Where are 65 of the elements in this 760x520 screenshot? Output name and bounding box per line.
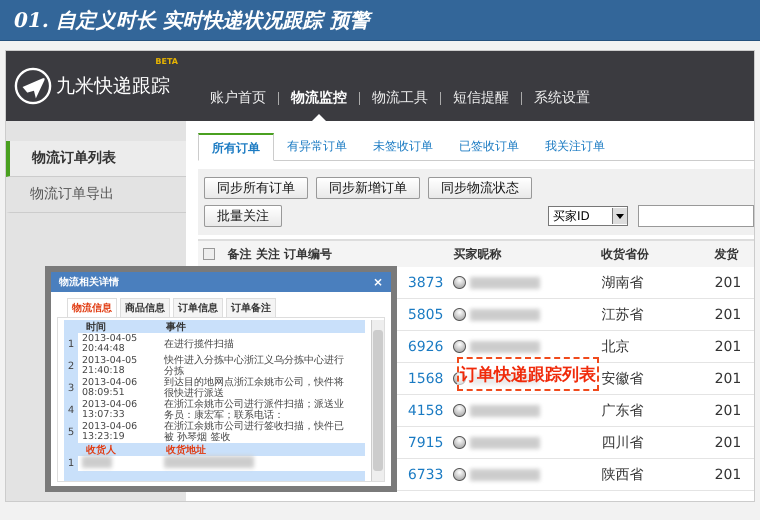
filter-dropdown[interactable]: 买家ID	[548, 206, 628, 226]
dialog-tab[interactable]: 订单信息	[173, 298, 223, 317]
close-button[interactable]: ×	[372, 275, 383, 289]
dialog-tab[interactable]: 订单备注	[226, 298, 276, 317]
order-number-link[interactable]: 5805	[408, 306, 444, 322]
column-header: 备注 关注 订单编号	[226, 246, 334, 262]
column-header: 收货省份	[601, 246, 650, 262]
time-cell-text: 2013-04-06 08:09:51	[81, 378, 138, 398]
column-header: 买家昵称	[453, 246, 502, 262]
table-cell: 201	[714, 338, 742, 354]
order-number-link[interactable]: 3873	[408, 274, 444, 290]
time-cell-text: 2013-04-05 20:44:48	[81, 334, 138, 354]
dialog-title: 物流相关详情	[59, 275, 119, 289]
column-header: 收货地址	[165, 444, 207, 456]
order-number-link[interactable]: 7915	[408, 434, 444, 450]
order-number-link[interactable]: 6733	[408, 466, 444, 482]
tab[interactable]: 我关注订单	[532, 133, 618, 160]
tab[interactable]: 所有订单	[198, 133, 274, 161]
time-cell-text: 2013-04-05 21:40:18	[81, 356, 138, 376]
event-cell-text: 快件进入分拣中心浙江义乌分拣中心进行分拣	[162, 355, 345, 377]
table-cell: 江苏省	[601, 306, 644, 322]
event-cell-text: 到达目的地网点浙江余姚市公司，快件将很快进行派送	[163, 377, 345, 399]
logo-text: 九米快递跟踪	[56, 74, 170, 99]
table-cell: 北京	[601, 338, 630, 354]
table-cell: 201	[714, 402, 742, 418]
time-cell-text: 2013-04-06 13:07:33	[81, 400, 138, 420]
time-cell-text: 2013-04-06 13:23:19	[81, 422, 138, 442]
column-header: 发货	[714, 246, 740, 262]
tab[interactable]: 有异常订单	[274, 133, 360, 160]
sync-button[interactable]: 同步所有订单	[204, 177, 308, 199]
sync-button[interactable]: 同步物流状态	[428, 177, 532, 199]
table-cell: 陕西省	[601, 466, 644, 482]
nav-item[interactable]: 物流监控	[279, 89, 359, 107]
column-header: 时间	[85, 320, 107, 334]
table-cell: 201	[714, 466, 742, 482]
event-cell-text: 在浙江余姚市公司进行签收扫描，快件已被 孙琴烟 签收	[163, 421, 345, 443]
order-number-link[interactable]: 1568	[408, 370, 444, 386]
table-cell: 201	[714, 306, 742, 322]
nav-item[interactable]: 物流工具	[360, 89, 440, 107]
dialog-tab[interactable]: 物流信息	[67, 298, 117, 317]
event-cell-text: 在浙江余姚市公司进行派件扫描；派送业务员：康宏军；联系电话：	[163, 399, 345, 421]
tab[interactable]: 已签收订单	[446, 133, 532, 160]
table-cell: 广东省	[601, 402, 644, 418]
tab[interactable]: 未签收订单	[360, 133, 446, 160]
beta-label: BETA	[155, 57, 178, 66]
table-cell: 安徽省	[601, 370, 644, 386]
event-cell-text: 在进行揽件扫描	[163, 338, 235, 350]
nav-item[interactable]: 账户首页	[198, 89, 278, 107]
column-header: 收货人	[85, 444, 117, 456]
nav-item[interactable]: 短信提醒	[441, 89, 521, 107]
table-cell: 湖南省	[601, 274, 644, 290]
table-cell: 201	[714, 274, 742, 290]
sidebar-item[interactable]: 物流订单列表	[6, 141, 186, 177]
table-cell: 201	[714, 434, 742, 450]
order-number-link[interactable]: 6926	[408, 338, 444, 354]
nav-item[interactable]: 系统设置	[522, 89, 602, 107]
follow-button[interactable]: 批量关注	[204, 205, 282, 227]
order-number-link[interactable]: 4158	[408, 402, 444, 418]
table-cell: 四川省	[601, 434, 644, 450]
sidebar-item[interactable]: 物流订单导出	[6, 177, 186, 213]
sync-button[interactable]: 同步新增订单	[316, 177, 420, 199]
table-cell: 201	[714, 370, 742, 386]
dialog-tab[interactable]: 商品信息	[120, 298, 170, 317]
annotation-label: 订单快递跟踪列表	[457, 357, 599, 391]
column-header: 事件	[165, 320, 187, 334]
